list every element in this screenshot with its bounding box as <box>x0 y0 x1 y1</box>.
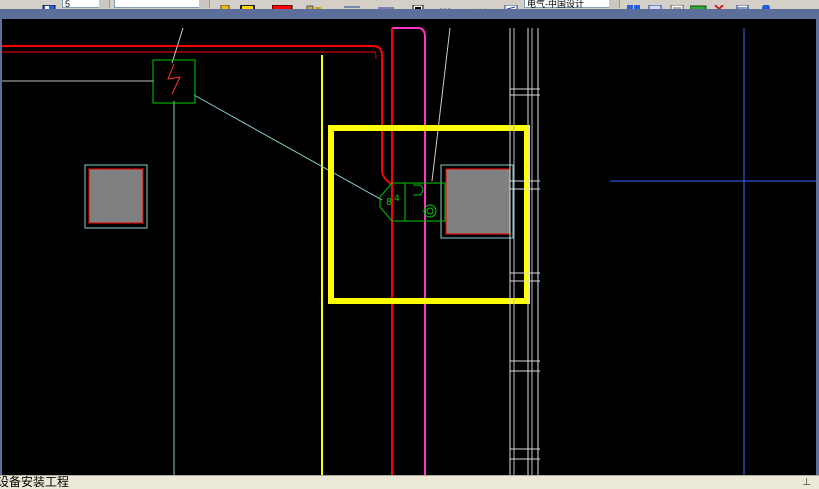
project-tab-label[interactable]: 设备安装工程 <box>0 476 69 489</box>
tool-icon[interactable] <box>736 0 749 9</box>
chevron-down-icon[interactable] <box>199 0 209 8</box>
cad-drawing: 8 4 <box>2 27 816 477</box>
linetype-icon[interactable] <box>240 0 255 9</box>
style-field-value: 电气-中国设计 <box>527 0 584 9</box>
cyan-connection-wire <box>193 94 383 201</box>
print-icon[interactable] <box>412 0 424 9</box>
paint-icon[interactable] <box>219 0 231 9</box>
layer-field-value: 5 <box>65 0 71 9</box>
layer-icon[interactable] <box>42 0 56 9</box>
chevron-down-icon[interactable] <box>609 0 619 8</box>
close-icon[interactable] <box>713 0 725 9</box>
svg-text:4: 4 <box>394 194 400 204</box>
drawing-canvas[interactable]: 8 4 <box>2 19 816 477</box>
window-icon[interactable] <box>648 0 662 9</box>
lineweight-icon[interactable] <box>306 0 321 9</box>
measure-icon[interactable] <box>626 0 640 9</box>
properties-icon[interactable] <box>438 0 451 9</box>
device-box-left <box>88 168 144 224</box>
leader-line-2 <box>431 27 451 182</box>
grid-icon[interactable] <box>474 0 486 9</box>
help-icon[interactable] <box>760 0 772 9</box>
switch-symbol-box <box>152 59 196 104</box>
layer-field[interactable]: 5 <box>62 0 110 9</box>
drawing-frame: 8 4 <box>0 9 819 477</box>
magenta-wire <box>392 27 426 477</box>
outlet-symbol: 8 4 <box>379 182 446 222</box>
switch-symbol <box>167 63 181 95</box>
style-field[interactable]: 电气-中国设计 <box>524 0 620 9</box>
table-icon[interactable] <box>504 0 518 9</box>
red-wire-inner <box>2 51 377 60</box>
select-icon[interactable] <box>4 0 16 8</box>
chevron-down-icon[interactable] <box>99 0 109 8</box>
lineweight-2-icon[interactable] <box>344 0 360 8</box>
svg-text:8: 8 <box>386 197 392 208</box>
list-icon[interactable] <box>670 0 684 9</box>
pin-icon[interactable]: ⊥ <box>802 477 811 488</box>
ruler-icon[interactable] <box>689 0 707 9</box>
color-swatch[interactable] <box>271 0 294 9</box>
statusbar: 设备安装工程 ⊥ <box>0 475 819 489</box>
layer-name-field[interactable] <box>114 0 210 8</box>
text-style-icon[interactable] <box>378 0 394 9</box>
device-box-right <box>445 168 511 235</box>
